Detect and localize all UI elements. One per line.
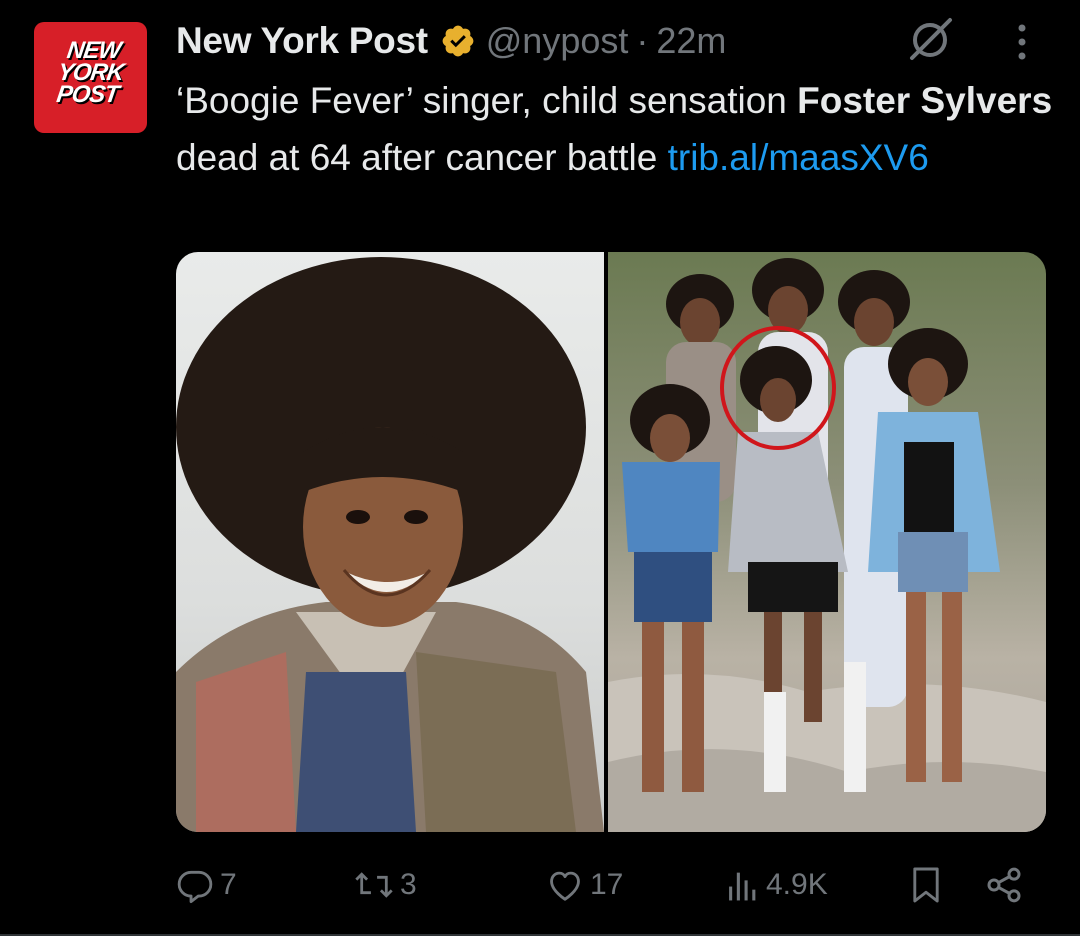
display-name[interactable]: New York Post xyxy=(176,20,428,62)
share-button[interactable] xyxy=(984,860,1024,910)
action-bar: 7 3 17 4.9K xyxy=(176,860,1046,910)
post-time[interactable]: 22m xyxy=(656,20,726,62)
tweet-text: ‘Boogie Fever’ singer, child sensation F… xyxy=(176,72,1056,186)
views-icon xyxy=(729,872,756,901)
like-count: 17 xyxy=(590,868,624,901)
share-icon xyxy=(987,867,1021,903)
verified-badge-icon xyxy=(440,23,476,59)
avatar[interactable]: NEW YORK POST xyxy=(34,22,147,133)
tweet-text-part2: dead at 64 after cancer battle xyxy=(176,137,668,178)
tweet-header: New York Post @nypost · 22m xyxy=(176,14,726,68)
repost-button[interactable]: 3 xyxy=(354,860,417,910)
grok-icon[interactable] xyxy=(904,12,956,64)
tweet-bold-name: Foster Sylvers xyxy=(797,80,1053,121)
portrait-photo[interactable] xyxy=(176,252,604,832)
media-grid[interactable] xyxy=(176,252,1046,832)
user-handle[interactable]: @nypost xyxy=(486,20,629,62)
avatar-logo-text: NEW YORK POST xyxy=(54,37,126,108)
more-icon[interactable] xyxy=(1004,20,1040,64)
tweet-text-part1: ‘Boogie Fever’ singer, child sensation xyxy=(176,80,798,121)
repost-icon xyxy=(355,872,393,898)
tweet-link[interactable]: trib.al/maasXV6 xyxy=(668,137,929,178)
like-button[interactable]: 17 xyxy=(546,860,623,910)
heart-icon xyxy=(550,871,580,901)
bookmark-icon xyxy=(913,867,939,903)
repost-count: 3 xyxy=(400,868,417,901)
view-count: 4.9K xyxy=(766,868,828,901)
reply-icon xyxy=(177,870,213,904)
reply-count: 7 xyxy=(220,868,237,901)
views-button[interactable]: 4.9K xyxy=(726,860,828,910)
group-photo[interactable] xyxy=(608,252,1046,832)
bookmark-button[interactable] xyxy=(910,860,942,910)
header-separator: · xyxy=(636,20,649,61)
tweet-card[interactable]: NEW YORK POST New York Post @nypost · 22… xyxy=(0,0,1080,936)
reply-button[interactable]: 7 xyxy=(176,860,237,910)
